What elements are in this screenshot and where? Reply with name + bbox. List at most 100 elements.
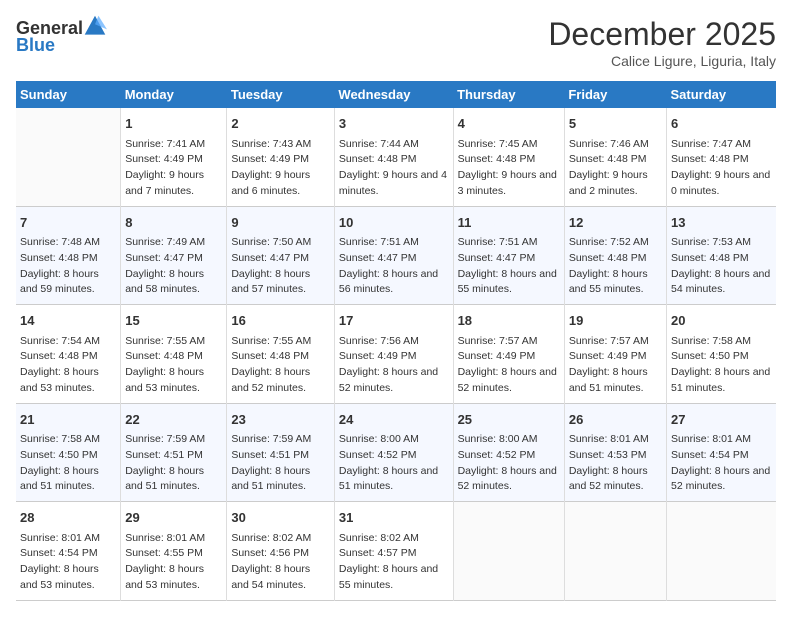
calendar-cell: 4 Sunrise: 7:45 AMSunset: 4:48 PMDayligh… [453, 108, 564, 206]
title-area: December 2025 Calice Ligure, Liguria, It… [548, 16, 776, 69]
calendar-cell: 24 Sunrise: 8:00 AMSunset: 4:52 PMDaylig… [334, 403, 453, 502]
cell-info: Sunrise: 7:58 AMSunset: 4:50 PMDaylight:… [671, 334, 772, 397]
calendar-cell: 2 Sunrise: 7:43 AMSunset: 4:49 PMDayligh… [227, 108, 335, 206]
col-header-tuesday: Tuesday [227, 81, 335, 108]
day-number: 21 [20, 410, 116, 430]
day-number: 22 [125, 410, 222, 430]
month-title: December 2025 [548, 16, 776, 53]
day-number: 28 [20, 508, 116, 528]
cell-info: Sunrise: 8:01 AMSunset: 4:55 PMDaylight:… [125, 531, 222, 594]
day-number: 12 [569, 213, 662, 233]
day-number: 31 [339, 508, 449, 528]
calendar-cell: 5 Sunrise: 7:46 AMSunset: 4:48 PMDayligh… [564, 108, 666, 206]
calendar-cell: 11 Sunrise: 7:51 AMSunset: 4:47 PMDaylig… [453, 206, 564, 305]
cell-info: Sunrise: 7:52 AMSunset: 4:48 PMDaylight:… [569, 235, 662, 298]
calendar-cell: 6 Sunrise: 7:47 AMSunset: 4:48 PMDayligh… [666, 108, 776, 206]
calendar-cell: 12 Sunrise: 7:52 AMSunset: 4:48 PMDaylig… [564, 206, 666, 305]
calendar-cell: 16 Sunrise: 7:55 AMSunset: 4:48 PMDaylig… [227, 305, 335, 404]
cell-info: Sunrise: 7:51 AMSunset: 4:47 PMDaylight:… [458, 235, 560, 298]
day-number: 27 [671, 410, 772, 430]
week-row-3: 14 Sunrise: 7:54 AMSunset: 4:48 PMDaylig… [16, 305, 776, 404]
cell-info: Sunrise: 8:00 AMSunset: 4:52 PMDaylight:… [339, 432, 449, 495]
day-number: 2 [231, 114, 330, 134]
cell-info: Sunrise: 7:41 AMSunset: 4:49 PMDaylight:… [125, 137, 222, 200]
day-number: 15 [125, 311, 222, 331]
cell-info: Sunrise: 8:02 AMSunset: 4:57 PMDaylight:… [339, 531, 449, 594]
cell-info: Sunrise: 7:50 AMSunset: 4:47 PMDaylight:… [231, 235, 330, 298]
day-number: 26 [569, 410, 662, 430]
cell-info: Sunrise: 7:58 AMSunset: 4:50 PMDaylight:… [20, 432, 116, 495]
calendar-cell [16, 108, 121, 206]
calendar-cell [666, 502, 776, 601]
day-number: 17 [339, 311, 449, 331]
calendar-cell: 22 Sunrise: 7:59 AMSunset: 4:51 PMDaylig… [121, 403, 227, 502]
col-header-friday: Friday [564, 81, 666, 108]
calendar-cell: 3 Sunrise: 7:44 AMSunset: 4:48 PMDayligh… [334, 108, 453, 206]
cell-info: Sunrise: 7:45 AMSunset: 4:48 PMDaylight:… [458, 137, 560, 200]
day-number: 19 [569, 311, 662, 331]
cell-info: Sunrise: 7:49 AMSunset: 4:47 PMDaylight:… [125, 235, 222, 298]
calendar-cell: 15 Sunrise: 7:55 AMSunset: 4:48 PMDaylig… [121, 305, 227, 404]
calendar-cell: 1 Sunrise: 7:41 AMSunset: 4:49 PMDayligh… [121, 108, 227, 206]
day-number: 1 [125, 114, 222, 134]
calendar-cell [564, 502, 666, 601]
cell-info: Sunrise: 8:02 AMSunset: 4:56 PMDaylight:… [231, 531, 330, 594]
cell-info: Sunrise: 7:44 AMSunset: 4:48 PMDaylight:… [339, 137, 449, 200]
cell-info: Sunrise: 7:59 AMSunset: 4:51 PMDaylight:… [125, 432, 222, 495]
week-row-2: 7 Sunrise: 7:48 AMSunset: 4:48 PMDayligh… [16, 206, 776, 305]
day-number: 7 [20, 213, 116, 233]
cell-info: Sunrise: 7:46 AMSunset: 4:48 PMDaylight:… [569, 137, 662, 200]
cell-info: Sunrise: 7:48 AMSunset: 4:48 PMDaylight:… [20, 235, 116, 298]
logo-blue-text: Blue [16, 36, 55, 54]
col-header-sunday: Sunday [16, 81, 121, 108]
day-number: 24 [339, 410, 449, 430]
calendar-cell: 25 Sunrise: 8:00 AMSunset: 4:52 PMDaylig… [453, 403, 564, 502]
calendar-cell: 28 Sunrise: 8:01 AMSunset: 4:54 PMDaylig… [16, 502, 121, 601]
cell-info: Sunrise: 7:54 AMSunset: 4:48 PMDaylight:… [20, 334, 116, 397]
calendar-cell: 27 Sunrise: 8:01 AMSunset: 4:54 PMDaylig… [666, 403, 776, 502]
day-number: 16 [231, 311, 330, 331]
cell-info: Sunrise: 7:56 AMSunset: 4:49 PMDaylight:… [339, 334, 449, 397]
calendar-cell: 31 Sunrise: 8:02 AMSunset: 4:57 PMDaylig… [334, 502, 453, 601]
col-header-wednesday: Wednesday [334, 81, 453, 108]
cell-info: Sunrise: 8:01 AMSunset: 4:54 PMDaylight:… [671, 432, 772, 495]
day-number: 6 [671, 114, 772, 134]
day-number: 18 [458, 311, 560, 331]
calendar-cell: 14 Sunrise: 7:54 AMSunset: 4:48 PMDaylig… [16, 305, 121, 404]
cell-info: Sunrise: 7:53 AMSunset: 4:48 PMDaylight:… [671, 235, 772, 298]
cell-info: Sunrise: 7:57 AMSunset: 4:49 PMDaylight:… [569, 334, 662, 397]
col-header-monday: Monday [121, 81, 227, 108]
cell-info: Sunrise: 7:51 AMSunset: 4:47 PMDaylight:… [339, 235, 449, 298]
day-number: 4 [458, 114, 560, 134]
calendar-cell: 7 Sunrise: 7:48 AMSunset: 4:48 PMDayligh… [16, 206, 121, 305]
calendar-cell: 13 Sunrise: 7:53 AMSunset: 4:48 PMDaylig… [666, 206, 776, 305]
day-number: 14 [20, 311, 116, 331]
calendar-cell: 9 Sunrise: 7:50 AMSunset: 4:47 PMDayligh… [227, 206, 335, 305]
week-row-5: 28 Sunrise: 8:01 AMSunset: 4:54 PMDaylig… [16, 502, 776, 601]
calendar-cell: 10 Sunrise: 7:51 AMSunset: 4:47 PMDaylig… [334, 206, 453, 305]
day-number: 23 [231, 410, 330, 430]
day-number: 8 [125, 213, 222, 233]
day-number: 9 [231, 213, 330, 233]
calendar-cell [453, 502, 564, 601]
header: General Blue December 2025 Calice Ligure… [16, 16, 776, 69]
day-number: 29 [125, 508, 222, 528]
calendar-cell: 23 Sunrise: 7:59 AMSunset: 4:51 PMDaylig… [227, 403, 335, 502]
week-row-4: 21 Sunrise: 7:58 AMSunset: 4:50 PMDaylig… [16, 403, 776, 502]
day-number: 3 [339, 114, 449, 134]
col-header-saturday: Saturday [666, 81, 776, 108]
day-number: 5 [569, 114, 662, 134]
day-number: 30 [231, 508, 330, 528]
day-number: 10 [339, 213, 449, 233]
header-row: SundayMondayTuesdayWednesdayThursdayFrid… [16, 81, 776, 108]
cell-info: Sunrise: 7:59 AMSunset: 4:51 PMDaylight:… [231, 432, 330, 495]
calendar-table: SundayMondayTuesdayWednesdayThursdayFrid… [16, 81, 776, 601]
cell-info: Sunrise: 7:55 AMSunset: 4:48 PMDaylight:… [231, 334, 330, 397]
calendar-cell: 20 Sunrise: 7:58 AMSunset: 4:50 PMDaylig… [666, 305, 776, 404]
logo: General Blue [16, 16, 107, 54]
col-header-thursday: Thursday [453, 81, 564, 108]
cell-info: Sunrise: 7:47 AMSunset: 4:48 PMDaylight:… [671, 137, 772, 200]
calendar-cell: 21 Sunrise: 7:58 AMSunset: 4:50 PMDaylig… [16, 403, 121, 502]
cell-info: Sunrise: 7:43 AMSunset: 4:49 PMDaylight:… [231, 137, 330, 200]
calendar-cell: 26 Sunrise: 8:01 AMSunset: 4:53 PMDaylig… [564, 403, 666, 502]
